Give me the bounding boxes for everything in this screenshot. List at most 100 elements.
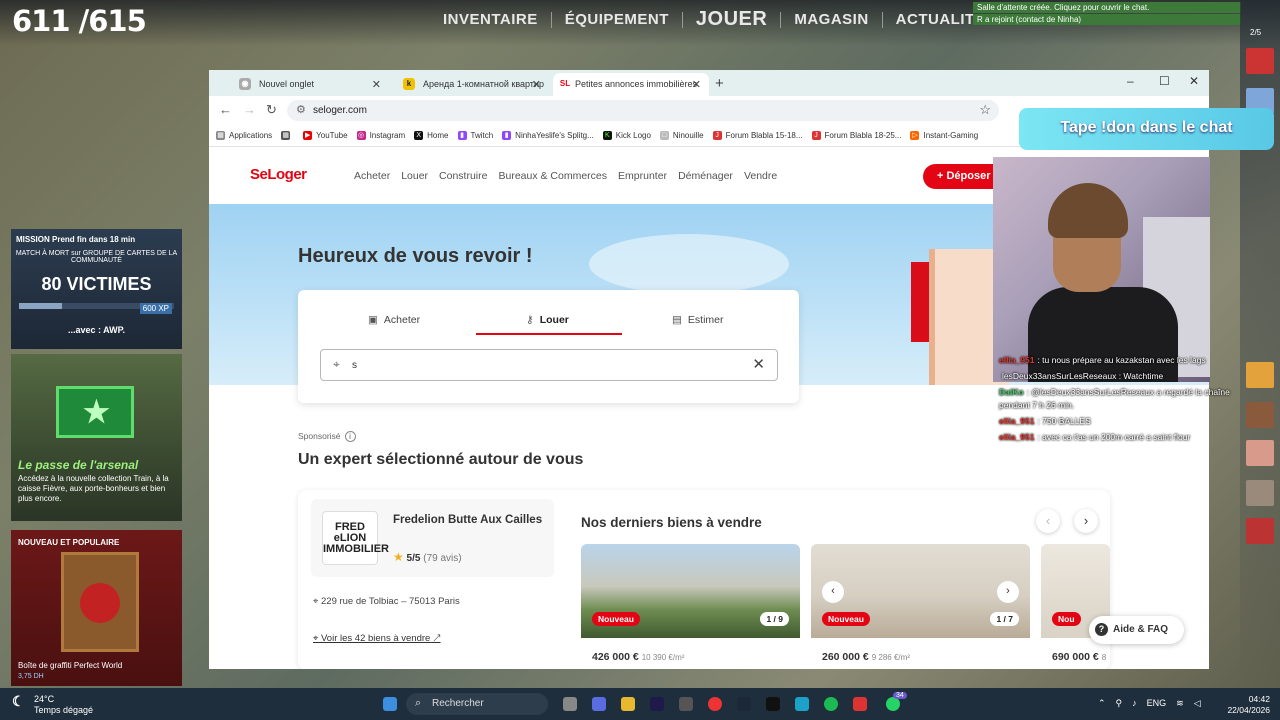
listing-card[interactable]: ‹ › Nouveau 1 / 7 260 000 €9 286 €/m² bbox=[811, 544, 1030, 669]
tab-new-tab[interactable]: ◉ Nouvel onglet ✕ bbox=[229, 73, 389, 96]
weather-widget[interactable]: ☾ 24°C Temps dégagé bbox=[12, 694, 93, 716]
game-notifications: Salle d'attente créée. Cliquez pour ouvr… bbox=[973, 2, 1241, 26]
carousel-next-button[interactable]: › bbox=[1074, 509, 1098, 533]
wifi-icon[interactable]: ≋ bbox=[1176, 698, 1184, 709]
nav-demenager[interactable]: Déménager bbox=[678, 170, 733, 182]
agency-name[interactable]: Fredelion Butte Aux Cailles bbox=[393, 512, 543, 529]
language-indicator[interactable]: ENG bbox=[1147, 698, 1167, 709]
friend-avatar[interactable] bbox=[1246, 362, 1274, 388]
close-window-icon[interactable]: ✕ bbox=[1189, 74, 1199, 88]
bookmark[interactable]: J Forum Blabla 15-18... bbox=[712, 131, 803, 140]
friend-avatar[interactable] bbox=[1246, 480, 1274, 506]
tab-louer[interactable]: ⚷ Louer bbox=[526, 314, 569, 326]
forward-icon[interactable]: → bbox=[243, 102, 256, 117]
tab-arenda[interactable]: k Аренда 1-комнатной квартир ✕ bbox=[393, 73, 549, 96]
app-icon[interactable] bbox=[795, 697, 809, 711]
bookmark[interactable]: ▦ bbox=[281, 131, 294, 140]
listings-title: Nos derniers biens à vendre bbox=[581, 515, 762, 530]
steam-icon[interactable] bbox=[737, 697, 751, 711]
carousel-prev-button[interactable]: ‹ bbox=[1036, 509, 1060, 533]
chevron-up-icon[interactable]: ⌃ bbox=[1098, 698, 1106, 709]
omnibox[interactable]: ⚙ seloger.com ☆ bbox=[287, 100, 999, 121]
notification[interactable]: Salle d'attente créée. Cliquez pour ouvr… bbox=[973, 2, 1241, 13]
bookmark[interactable]: K Kick Logo bbox=[602, 131, 651, 140]
bookmark[interactable]: ◎ Instagram bbox=[356, 131, 405, 140]
search-value: s bbox=[352, 360, 357, 371]
seloger-logo[interactable]: SeLoger bbox=[250, 166, 307, 183]
app-icon[interactable] bbox=[853, 697, 867, 711]
k-icon: k bbox=[403, 78, 415, 90]
graffiti-panel[interactable]: NOUVEAU ET POPULAIRE Boîte de graffiti P… bbox=[11, 530, 182, 686]
mic-icon[interactable]: ♪ bbox=[1132, 698, 1137, 709]
friend-avatar[interactable] bbox=[1246, 440, 1274, 466]
site-info-icon[interactable]: ⚙ bbox=[296, 103, 306, 116]
help-faq-button[interactable]: ? Aide & FAQ bbox=[1089, 616, 1184, 644]
nav-vendre[interactable]: Vendre bbox=[744, 170, 777, 182]
bookmark[interactable]: ▮ NinhaYeslife's Splitg... bbox=[502, 131, 594, 140]
task-view-icon[interactable] bbox=[563, 697, 577, 711]
clock[interactable]: 04:42 22/04/2026 bbox=[1200, 694, 1270, 716]
close-icon[interactable]: ✕ bbox=[532, 78, 541, 91]
clear-icon[interactable]: ✕ bbox=[752, 355, 765, 373]
back-icon[interactable]: ← bbox=[219, 102, 232, 117]
bookmark[interactable]: J Forum Blabla 18-25... bbox=[811, 131, 901, 140]
tab-seloger[interactable]: SL Petites annonces immobilières ✕ bbox=[553, 73, 709, 96]
mission-weapon: ...avec : AWP. bbox=[67, 325, 126, 335]
tab-acheter[interactable]: ▣ Acheter bbox=[368, 314, 420, 326]
jvc-icon: J bbox=[811, 131, 821, 140]
bookmark[interactable]: ▷ Instant-Gaming bbox=[910, 131, 978, 140]
game-nav-magasin[interactable]: MAGASIN bbox=[781, 11, 881, 28]
nav-acheter[interactable]: Acheter bbox=[354, 170, 390, 182]
bookmark[interactable]: ▦ Applications bbox=[216, 131, 272, 140]
copilot-icon[interactable] bbox=[592, 697, 606, 711]
windows-start-icon[interactable] bbox=[383, 697, 397, 711]
close-icon[interactable]: ✕ bbox=[692, 78, 701, 91]
star-icon[interactable]: ☆ bbox=[979, 102, 991, 118]
premiere-icon[interactable] bbox=[650, 697, 664, 711]
spotify-icon[interactable] bbox=[824, 697, 838, 711]
game-nav-jouer[interactable]: JOUER bbox=[683, 8, 780, 31]
listing-price: 426 000 €10 390 €/m² bbox=[592, 651, 685, 663]
friend-avatar[interactable] bbox=[1246, 518, 1274, 544]
network-icon[interactable]: ⚲ bbox=[1116, 698, 1123, 709]
agency-card[interactable]: FRED eLION IMMOBILIER Fredelion Butte Au… bbox=[311, 499, 554, 577]
cloud bbox=[589, 234, 789, 294]
friend-avatar[interactable] bbox=[1246, 48, 1274, 74]
photo-prev-button[interactable]: ‹ bbox=[822, 581, 844, 603]
listing-card[interactable]: Nouveau 1 / 9 426 000 €10 390 €/m² bbox=[581, 544, 800, 669]
close-icon[interactable]: ✕ bbox=[372, 78, 381, 91]
taskbar-search[interactable]: ⌕ Rechercher bbox=[406, 693, 548, 715]
listing-price: 690 000 €8 bbox=[1052, 651, 1107, 663]
whatsapp-icon[interactable] bbox=[886, 697, 900, 711]
bookmark[interactable]: ▶ YouTube bbox=[303, 131, 348, 140]
game-nav-inventaire[interactable]: INVENTAIRE bbox=[430, 11, 551, 28]
file-explorer-icon[interactable] bbox=[621, 697, 635, 711]
agency-listings-link[interactable]: ⌖ Voir les 42 biens à vendre ↗ bbox=[313, 633, 441, 644]
arsenal-pass-panel[interactable]: ★ Le passe de l'arsenal Accédez à la nou… bbox=[11, 354, 182, 521]
game-nav-equipement[interactable]: ÉQUIPEMENT bbox=[552, 11, 682, 28]
friend-avatar[interactable] bbox=[1246, 402, 1274, 428]
location-search-input[interactable]: ⌖ s ✕ bbox=[320, 349, 778, 381]
nav-construire[interactable]: Construire bbox=[439, 170, 487, 182]
new-badge: Nouveau bbox=[592, 612, 640, 626]
app-icon[interactable] bbox=[679, 697, 693, 711]
nav-bureaux[interactable]: Bureaux & Commerces bbox=[498, 170, 607, 182]
tab-estimer[interactable]: ▤ Estimer bbox=[672, 314, 724, 326]
info-icon[interactable]: i bbox=[344, 431, 356, 442]
bookmark[interactable]: ▮ Twitch bbox=[457, 131, 493, 140]
minimize-icon[interactable]: – bbox=[1127, 74, 1134, 88]
bookmark[interactable]: □ Ninouille bbox=[659, 131, 704, 140]
photo-next-button[interactable]: › bbox=[997, 581, 1019, 603]
bookmark[interactable]: X Home bbox=[414, 131, 449, 140]
reload-icon[interactable]: ↻ bbox=[266, 102, 277, 118]
listing-card[interactable]: Nou 690 000 €8 bbox=[1041, 544, 1110, 669]
mission-panel[interactable]: MISSION Prend fin dans 18 min MATCH À MO… bbox=[11, 229, 182, 349]
nav-emprunter[interactable]: Emprunter bbox=[618, 170, 667, 182]
chrome-icon[interactable] bbox=[708, 697, 722, 711]
new-tab-button[interactable]: + bbox=[715, 75, 724, 92]
notification[interactable]: R a rejoint (contact de Ninha) bbox=[973, 14, 1241, 25]
maximize-icon[interactable]: ☐ bbox=[1159, 74, 1170, 88]
taskbar: ☾ 24°C Temps dégagé ⌕ Rechercher 34 ⌃ ⚲ ♪… bbox=[0, 688, 1280, 720]
tiktok-icon[interactable] bbox=[766, 697, 780, 711]
nav-louer[interactable]: Louer bbox=[401, 170, 428, 182]
